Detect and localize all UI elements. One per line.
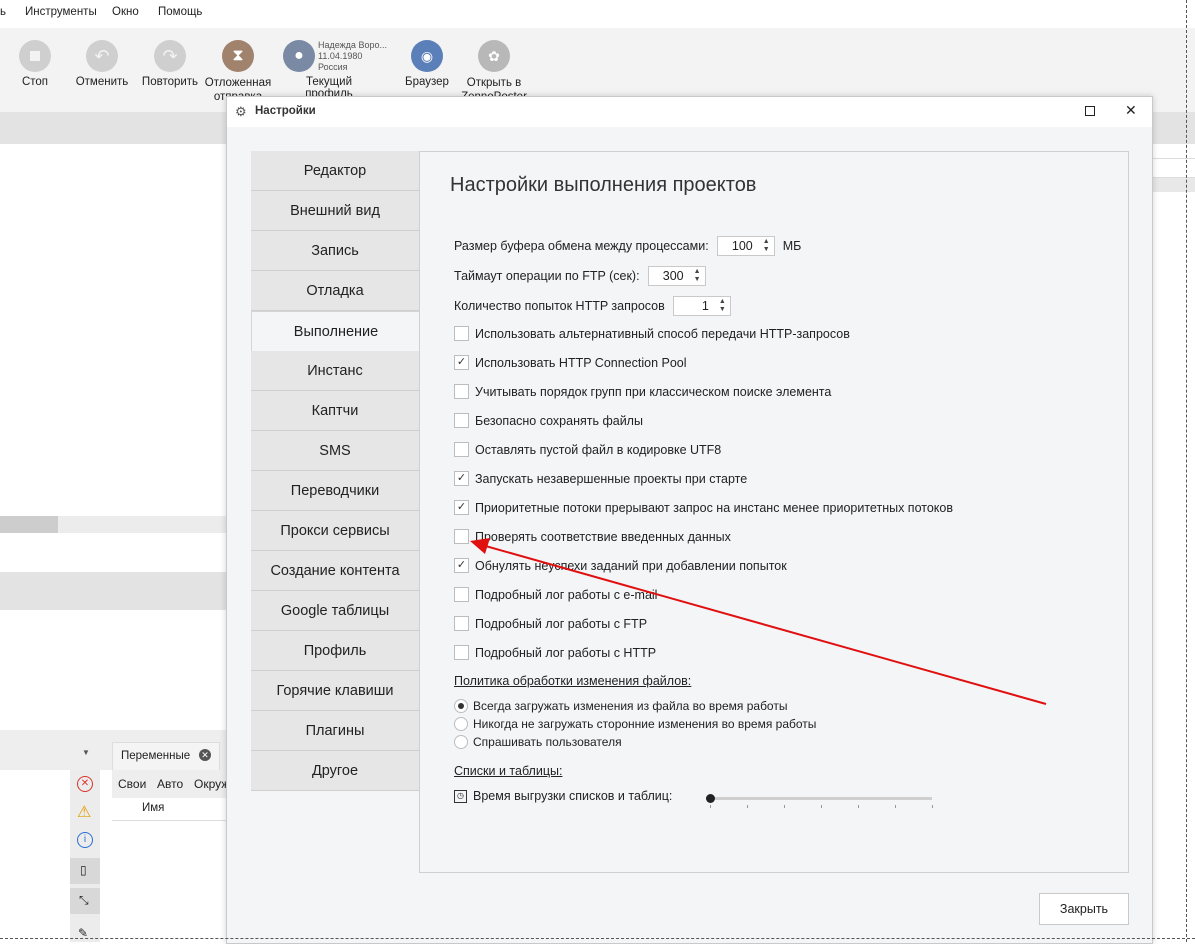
annotation-arrow: [470, 538, 1047, 705]
selection-border-right: [1186, 0, 1187, 942]
selection-border-bottom: [0, 938, 1195, 939]
